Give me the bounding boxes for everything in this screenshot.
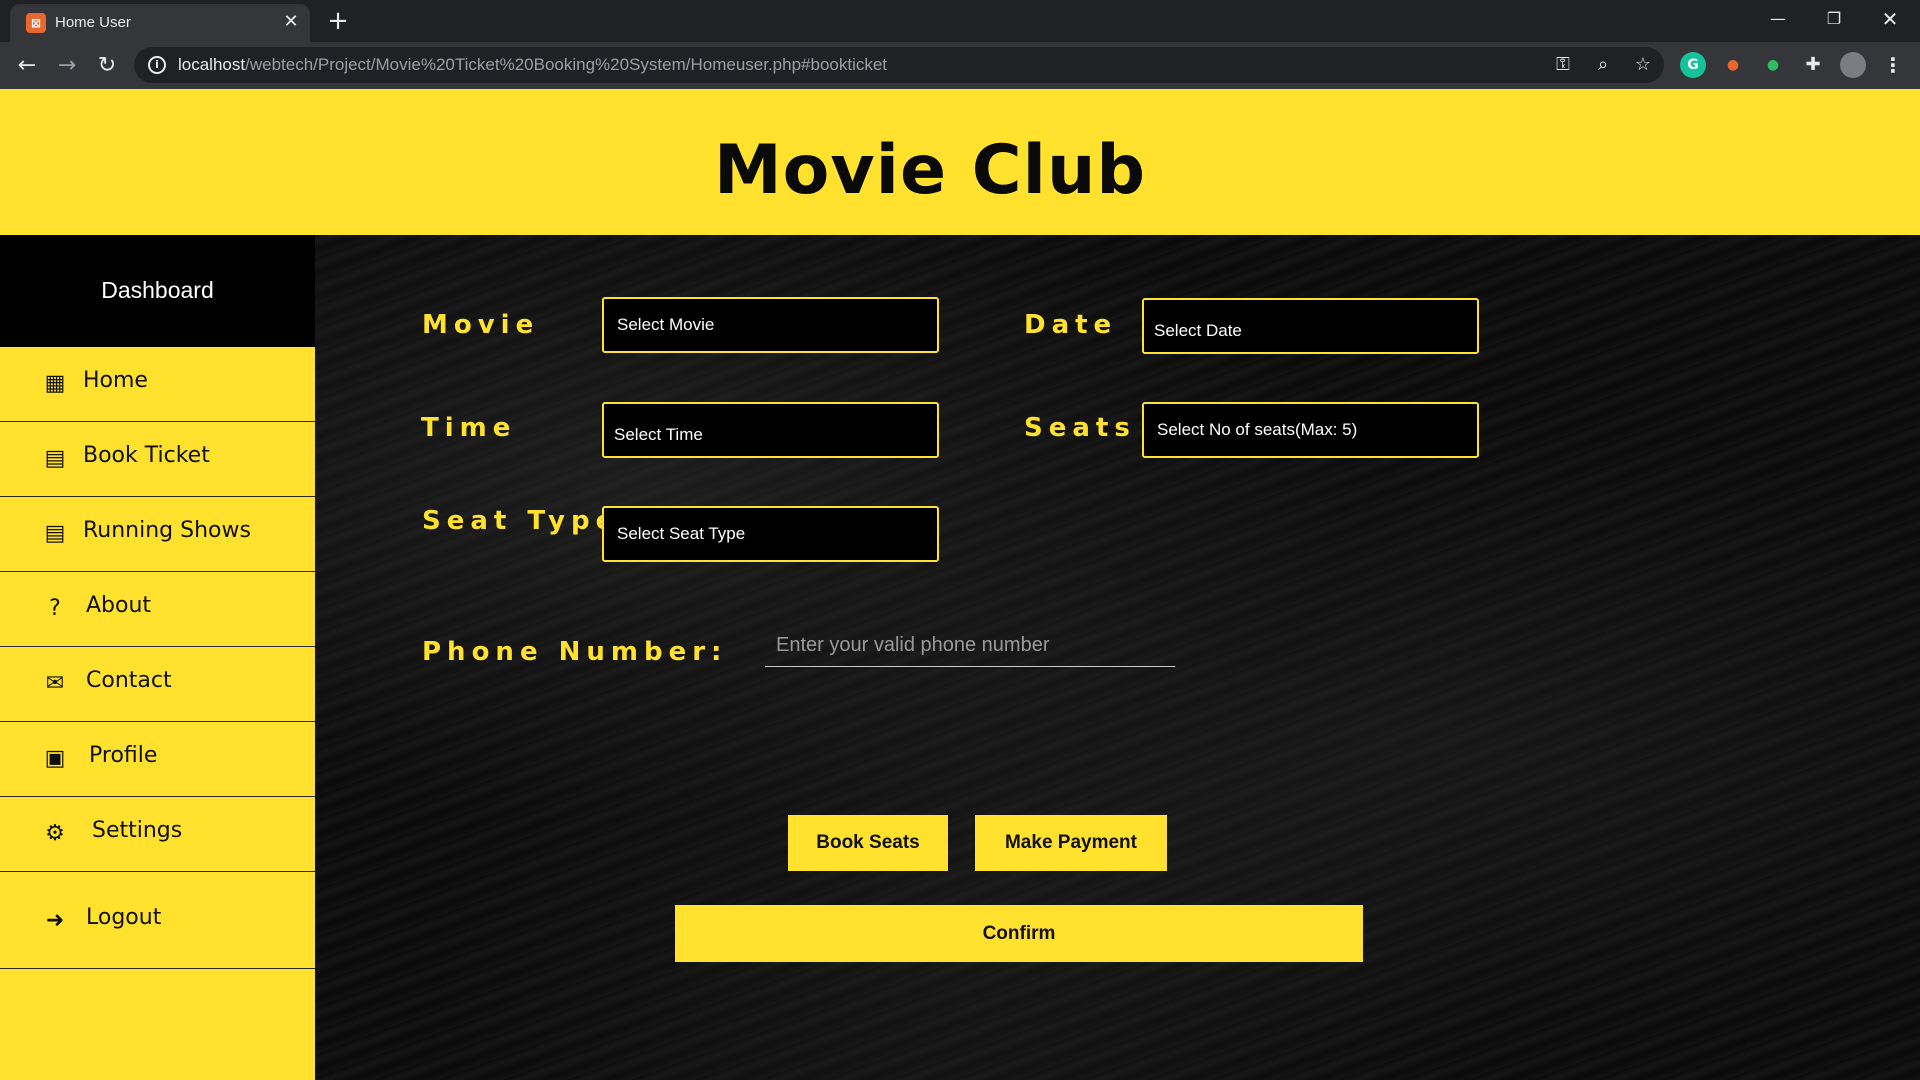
seats-select[interactable]: Select No of seats(Max: 5) xyxy=(1142,402,1479,458)
reload-icon[interactable]: ↻ xyxy=(92,51,122,81)
site-title: Movie Club xyxy=(713,131,1147,210)
sidebar-item-home[interactable]: ▦ Home xyxy=(0,347,315,422)
gears-icon: ⚙ xyxy=(45,821,65,846)
forward-arrow-icon[interactable]: → xyxy=(52,51,82,81)
site-header: Movie Club xyxy=(0,89,1920,235)
key-icon[interactable]: ⚿ xyxy=(1551,53,1575,77)
sidebar-item-profile[interactable]: ▣ Profile xyxy=(0,722,315,797)
star-icon[interactable]: ☆ xyxy=(1631,53,1655,77)
sidebar-item-label: Logout xyxy=(86,905,162,930)
sidebar-item-label: Running Shows xyxy=(83,518,251,543)
dashboard-label: Dashboard xyxy=(101,277,214,303)
confirm-button[interactable]: Confirm xyxy=(675,905,1363,962)
sidebar-item-book-ticket[interactable]: ▤ Book Ticket xyxy=(0,422,315,497)
make-payment-button[interactable]: Make Payment xyxy=(975,815,1167,871)
calendar-icon: ▤ xyxy=(44,446,66,471)
date-select[interactable]: Select Date xyxy=(1142,298,1479,354)
sidebar-item-logout[interactable]: ➜ Logout xyxy=(0,872,315,969)
evernote-icon[interactable]: ● xyxy=(1760,52,1786,78)
url-path: /webtech/Project/Movie%20Ticket%20Bookin… xyxy=(245,55,888,74)
sign-out-icon: ➜ xyxy=(45,908,65,933)
sidebar-item-running-shows[interactable]: ▤ Running Shows xyxy=(0,497,315,572)
browser-tab[interactable]: ⊠ Home User ✕ xyxy=(10,4,310,42)
zoom-icon[interactable]: ⌕ xyxy=(1591,53,1615,77)
movie-select-value: Select Movie xyxy=(617,315,715,334)
id-card-icon: ▣ xyxy=(44,746,66,771)
address-bar[interactable]: i localhost/webtech/Project/Movie%20Tick… xyxy=(134,47,1664,83)
movie-select[interactable]: Select Movie xyxy=(602,297,939,353)
sidebar-item-contact[interactable]: ✉ Contact xyxy=(0,647,315,722)
extension-icon[interactable]: ● xyxy=(1720,52,1746,78)
sidebar-item-label: Home xyxy=(83,368,148,393)
time-label: Time xyxy=(421,413,517,443)
sidebar: Dashboard ▦ Home ▤ Book Ticket ▤ Running… xyxy=(0,235,315,1080)
puzzle-icon[interactable]: ✚ xyxy=(1800,52,1826,78)
sidebar-item-label: Profile xyxy=(89,743,158,768)
seat-type-select-value: Select Seat Type xyxy=(617,524,746,543)
seat-type-select[interactable]: Select Seat Type xyxy=(602,506,939,562)
xampp-icon: ⊠ xyxy=(26,13,46,33)
browser-toolbar: ← → ↻ i localhost/webtech/Project/Movie%… xyxy=(0,42,1920,89)
envelope-icon: ✉ xyxy=(45,671,65,696)
more-menu-icon[interactable]: ⋮ xyxy=(1880,52,1906,78)
sidebar-item-about[interactable]: ? About xyxy=(0,572,315,647)
seats-label: Seats xyxy=(1024,413,1136,443)
back-arrow-icon[interactable]: ← xyxy=(12,51,42,81)
date-label: Date xyxy=(1024,310,1118,340)
tab-title: Home User xyxy=(55,14,131,31)
question-circle-icon: ? xyxy=(49,596,61,621)
grammarly-icon[interactable]: G xyxy=(1680,52,1706,78)
sidebar-item-settings[interactable]: ⚙ Settings xyxy=(0,797,315,872)
seat-type-label: Seat Type xyxy=(422,506,620,536)
info-icon[interactable]: i xyxy=(148,56,166,74)
date-select-value: Select Date xyxy=(1154,321,1242,340)
phone-number-input[interactable] xyxy=(765,625,1175,667)
new-tab-icon[interactable]: + xyxy=(324,8,352,36)
profile-avatar-icon[interactable] xyxy=(1840,52,1866,78)
minimize-icon[interactable]: — xyxy=(1762,6,1794,32)
url-host: localhost xyxy=(178,55,246,74)
book-seats-button[interactable]: Book Seats xyxy=(788,815,948,871)
tab-close-icon[interactable]: ✕ xyxy=(280,11,302,33)
movie-label: Movie xyxy=(422,310,540,340)
time-select-value: Select Time xyxy=(614,425,703,444)
sidebar-heading: Dashboard xyxy=(0,235,315,347)
sidebar-item-label: Book Ticket xyxy=(83,443,210,468)
sidebar-item-label: About xyxy=(86,593,152,618)
phone-number-label: Phone Number: xyxy=(422,637,728,667)
calendar-icon: ▤ xyxy=(44,521,66,546)
restore-icon[interactable]: ❐ xyxy=(1818,6,1850,32)
grid-icon: ▦ xyxy=(44,371,66,396)
browser-tab-bar: ⊠ Home User ✕ + — ❐ ✕ xyxy=(0,0,1920,42)
seats-select-value: Select No of seats(Max: 5) xyxy=(1157,420,1358,439)
time-select[interactable]: Select Time xyxy=(602,402,939,458)
url-text[interactable]: localhost/webtech/Project/Movie%20Ticket… xyxy=(178,55,887,75)
sidebar-item-label: Settings xyxy=(92,818,183,843)
sidebar-item-label: Contact xyxy=(86,668,172,693)
window-close-icon[interactable]: ✕ xyxy=(1874,6,1906,32)
